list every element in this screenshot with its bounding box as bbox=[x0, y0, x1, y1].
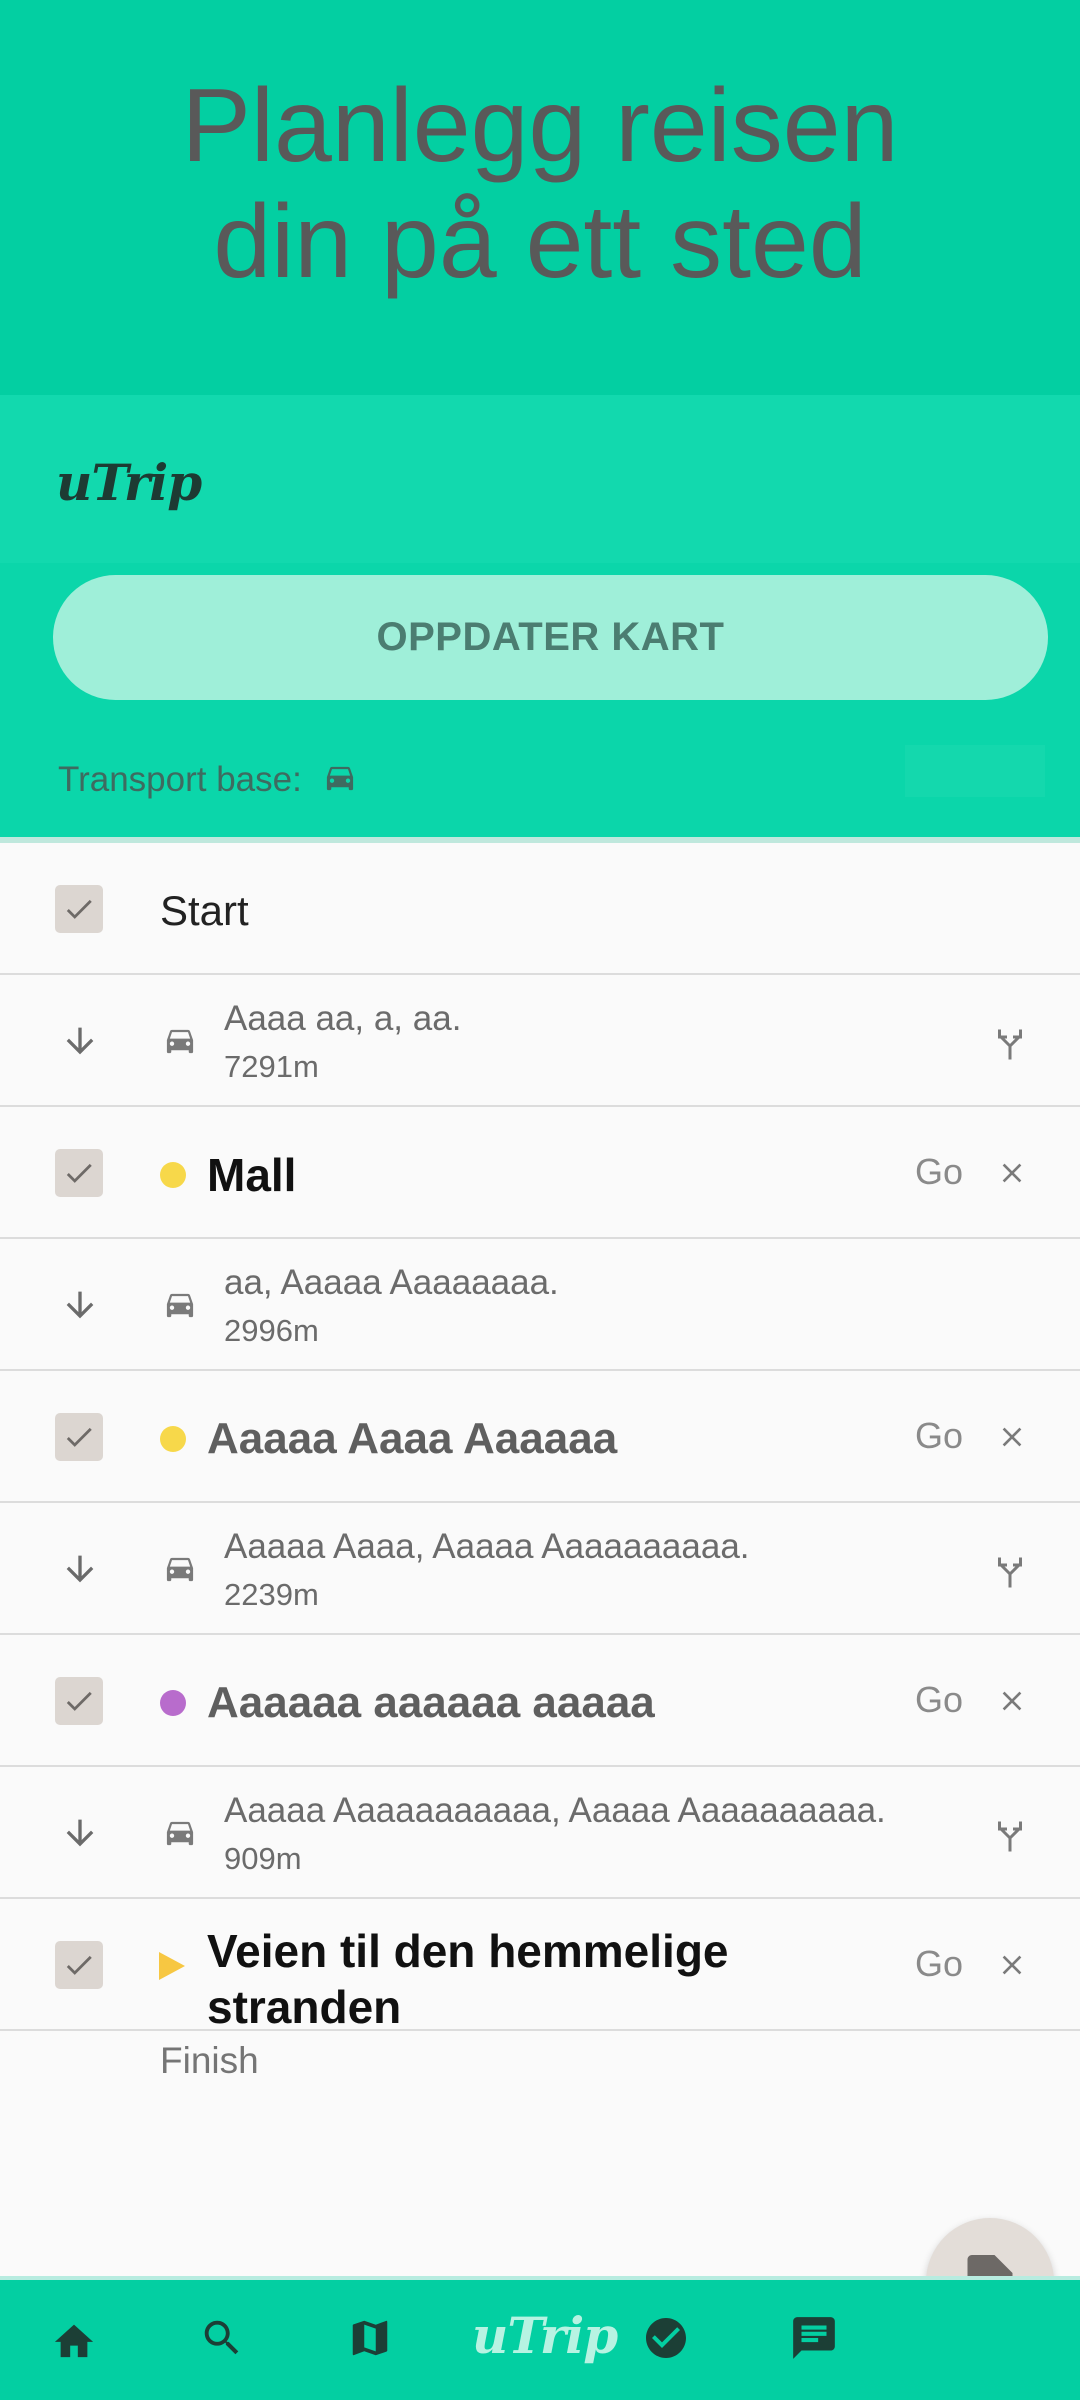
place-name: Aaaaa Aaaa Aaaaaa bbox=[207, 1414, 618, 1463]
route-fork-icon[interactable] bbox=[992, 1023, 1028, 1063]
place-name-line2: stranden bbox=[207, 1981, 402, 2033]
place-name: Aaaaaa aaaaaa aaaaa bbox=[207, 1678, 655, 1727]
car-icon bbox=[166, 1293, 194, 1318]
leg-row: Aaaaa Aaaaaaaaaaa, Aaaaa Aaaaaaaaaa. 909… bbox=[0, 1767, 1080, 1899]
control-panel: uTrip OPPDATER KART Transport base: bbox=[0, 395, 1080, 837]
place-checkbox[interactable] bbox=[55, 1677, 103, 1725]
utrip-logo: uTrip bbox=[56, 453, 202, 512]
finish-label: Finish bbox=[160, 2040, 259, 2081]
close-icon[interactable] bbox=[996, 1949, 1028, 1981]
leg-description: aa, Aaaaa Aaaaaaaa. bbox=[224, 1263, 559, 1302]
nav-home[interactable] bbox=[46, 2310, 102, 2366]
map-icon bbox=[352, 2320, 388, 2356]
update-map-button[interactable]: OPPDATER KART bbox=[53, 575, 1048, 700]
car-icon bbox=[166, 1821, 194, 1846]
start-checkbox[interactable] bbox=[55, 885, 103, 933]
go-button[interactable]: Go bbox=[915, 1151, 963, 1193]
leg-row: Aaaaa Aaaa, Aaaaa Aaaaaaaaaa. 2239m bbox=[0, 1503, 1080, 1635]
nav-search[interactable] bbox=[194, 2310, 250, 2366]
leg-description: Aaaa aa, a, aa. bbox=[224, 999, 462, 1038]
close-icon[interactable] bbox=[996, 1685, 1028, 1717]
place-name: Veien til den hemmelige stranden bbox=[207, 1923, 729, 2035]
leg-row: Aaaa aa, a, aa. 7291m bbox=[0, 975, 1080, 1107]
place-row[interactable]: Aaaaaa aaaaaa aaaaa Go bbox=[0, 1635, 1080, 1767]
place-row[interactable]: Veien til den hemmelige stranden Go bbox=[0, 1899, 1080, 2033]
car-icon bbox=[166, 1557, 194, 1582]
start-row: Start bbox=[0, 843, 1080, 975]
yellow-triangle-marker bbox=[159, 1952, 185, 1980]
nav-map[interactable] bbox=[342, 2310, 398, 2366]
arrow-down-icon bbox=[66, 1555, 94, 1583]
yellow-dot-marker bbox=[160, 1162, 186, 1188]
car-icon[interactable] bbox=[322, 764, 358, 796]
place-checkbox[interactable] bbox=[55, 1149, 103, 1197]
place-checkbox[interactable] bbox=[55, 1413, 103, 1461]
place-checkbox[interactable] bbox=[55, 1941, 103, 1989]
hero-banner: Planlegg reisen din på ett sted bbox=[0, 0, 1080, 395]
nav-utrip-logo[interactable]: uTrip bbox=[472, 2306, 618, 2365]
logo-row: uTrip bbox=[0, 395, 1080, 563]
leg-description: Aaaaa Aaaa, Aaaaa Aaaaaaaaaa. bbox=[224, 1527, 750, 1566]
yellow-dot-marker bbox=[160, 1426, 186, 1452]
nav-chat[interactable] bbox=[786, 2310, 842, 2366]
go-button[interactable]: Go bbox=[915, 1943, 963, 1985]
arrow-down-icon bbox=[66, 1027, 94, 1055]
leg-description: Aaaaa Aaaaaaaaaaa, Aaaaa Aaaaaaaaaa. bbox=[224, 1791, 886, 1830]
route-fork-icon[interactable] bbox=[992, 1815, 1028, 1855]
route-fork-icon[interactable] bbox=[992, 1551, 1028, 1591]
leg-row: aa, Aaaaa Aaaaaaaa. 2996m bbox=[0, 1239, 1080, 1371]
arrow-down-icon bbox=[66, 1819, 94, 1847]
place-row[interactable]: Mall Go bbox=[0, 1107, 1080, 1239]
hero-title: Planlegg reisen din på ett sted bbox=[182, 68, 899, 300]
transport-base-label: Transport base: bbox=[58, 760, 302, 799]
go-button[interactable]: Go bbox=[915, 1679, 963, 1721]
place-row[interactable]: Aaaaa Aaaa Aaaaaa Go bbox=[0, 1371, 1080, 1503]
leg-distance: 909m bbox=[224, 1841, 302, 1876]
transport-base: Transport base: bbox=[58, 750, 358, 810]
check-circle-icon bbox=[646, 2318, 686, 2358]
close-icon[interactable] bbox=[996, 1421, 1028, 1453]
home-icon bbox=[54, 2324, 94, 2358]
bottom-navigation: uTrip bbox=[0, 2276, 1080, 2400]
place-name: Mall bbox=[207, 1149, 297, 1201]
nav-checklist[interactable] bbox=[638, 2310, 694, 2366]
purple-dot-marker bbox=[160, 1690, 186, 1716]
close-icon[interactable] bbox=[996, 1157, 1028, 1189]
search-icon bbox=[204, 2320, 239, 2355]
transport-selector-placeholder bbox=[905, 745, 1045, 797]
arrow-down-icon bbox=[66, 1291, 94, 1319]
leg-distance: 2996m bbox=[224, 1313, 319, 1348]
trip-list: Start Aaaa aa, a, aa. 7291m Mall Go aa, … bbox=[0, 843, 1080, 2033]
chat-icon bbox=[793, 2317, 835, 2359]
go-button[interactable]: Go bbox=[915, 1415, 963, 1457]
car-icon bbox=[166, 1029, 194, 1054]
hero-title-line1: Planlegg reisen bbox=[181, 67, 899, 184]
start-label: Start bbox=[160, 887, 249, 934]
leg-distance: 7291m bbox=[224, 1049, 319, 1084]
hero-title-line2: din på ett sted bbox=[213, 183, 867, 300]
place-name-line1: Veien til den hemmelige bbox=[207, 1925, 729, 1977]
leg-distance: 2239m bbox=[224, 1577, 319, 1612]
